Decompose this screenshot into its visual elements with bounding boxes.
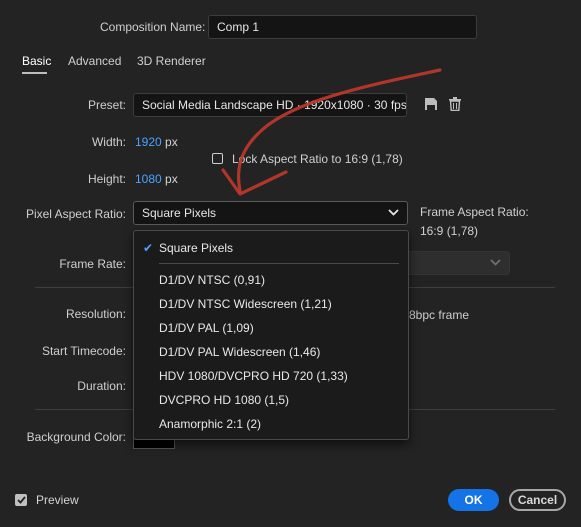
menu-item-square-pixels[interactable]: Square Pixels	[159, 241, 233, 255]
chevron-down-icon	[490, 257, 501, 269]
menu-item-label: D1/DV NTSC Widescreen (1,21)	[159, 297, 332, 311]
menu-item-label: HDV 1080/DVCPRO HD 720 (1,33)	[159, 369, 348, 383]
menu-item-label: Anamorphic 2:1 (2)	[159, 417, 262, 431]
menu-item-d1dv-ntsc[interactable]: D1/DV NTSC (0,91)	[159, 273, 265, 287]
cancel-button[interactable]: Cancel	[509, 489, 566, 511]
width-label: Width:	[91, 135, 126, 149]
menu-item-hdv-1080[interactable]: HDV 1080/DVCPRO HD 720 (1,33)	[159, 369, 348, 383]
background-color-label: Background Color:	[26, 430, 126, 444]
trash-icon[interactable]	[449, 97, 461, 112]
pixel-aspect-menu: ✔ Square Pixels D1/DV NTSC (0,91) D1/DV …	[133, 230, 409, 440]
width-unit: px	[165, 135, 178, 149]
width-value: 1920	[135, 135, 162, 149]
tab-3d-renderer[interactable]: 3D Renderer	[137, 54, 206, 68]
menu-item-anamorphic[interactable]: Anamorphic 2:1 (2)	[159, 417, 261, 431]
width-field[interactable]: 1920 px	[135, 135, 178, 149]
ok-button[interactable]: OK	[448, 489, 499, 511]
menu-item-dvcpro-hd-1080[interactable]: DVCPRO HD 1080 (1,5)	[159, 393, 289, 407]
tab-basic-label: Basic	[22, 54, 52, 68]
tab-advanced[interactable]: Advanced	[68, 54, 121, 68]
frame-rate-label: Frame Rate:	[59, 257, 126, 271]
frame-aspect-label: Frame Aspect Ratio:	[420, 205, 529, 219]
resolution-label: Resolution:	[65, 307, 126, 321]
menu-item-label: D1/DV PAL Widescreen (1,46)	[159, 345, 321, 359]
height-label: Height:	[87, 172, 126, 186]
frame-aspect-value: 16:9 (1,78)	[420, 224, 479, 238]
pixel-aspect-label: Pixel Aspect Ratio:	[25, 207, 126, 221]
ok-button-label: OK	[464, 493, 483, 507]
cancel-button-label: Cancel	[517, 493, 558, 507]
menu-item-label: DVCPRO HD 1080 (1,5)	[159, 393, 290, 407]
menu-item-d1dv-pal[interactable]: D1/DV PAL (1,09)	[159, 321, 254, 335]
preview-checkbox[interactable]	[15, 494, 27, 506]
tab-3d-renderer-label: 3D Renderer	[137, 54, 206, 68]
resolution-info: 8bpc frame	[409, 308, 470, 322]
menu-item-d1dv-pal-widescreen[interactable]: D1/DV PAL Widescreen (1,46)	[159, 345, 320, 359]
hand-drawn-arrow	[221, 68, 442, 196]
height-unit: px	[165, 172, 178, 186]
preset-label: Preset:	[87, 98, 126, 112]
height-value: 1080	[135, 172, 162, 186]
menu-item-d1dv-ntsc-widescreen[interactable]: D1/DV NTSC Widescreen (1,21)	[159, 297, 332, 311]
preview-label: Preview	[36, 493, 79, 507]
tab-basic-underline	[22, 72, 47, 74]
tab-advanced-label: Advanced	[68, 54, 122, 68]
menu-separator	[159, 263, 399, 264]
composition-name-input[interactable]: Comp 1	[208, 15, 477, 39]
start-timecode-label: Start Timecode:	[41, 344, 126, 358]
menu-item-label: Square Pixels	[159, 241, 234, 255]
checkmark-icon: ✔	[143, 241, 154, 255]
frame-rate-dropdown[interactable]	[395, 251, 510, 275]
pixel-aspect-value: Square Pixels	[142, 206, 217, 220]
duration-label: Duration:	[77, 379, 126, 393]
menu-item-label: D1/DV PAL (1,09)	[159, 321, 254, 335]
height-field[interactable]: 1080 px	[135, 172, 178, 186]
composition-name-label: Composition Name:	[100, 20, 206, 34]
chevron-down-icon	[388, 207, 399, 219]
tab-basic[interactable]: Basic	[22, 54, 51, 68]
menu-item-label: D1/DV NTSC (0,91)	[159, 273, 266, 287]
composition-name-value: Comp 1	[217, 20, 260, 34]
